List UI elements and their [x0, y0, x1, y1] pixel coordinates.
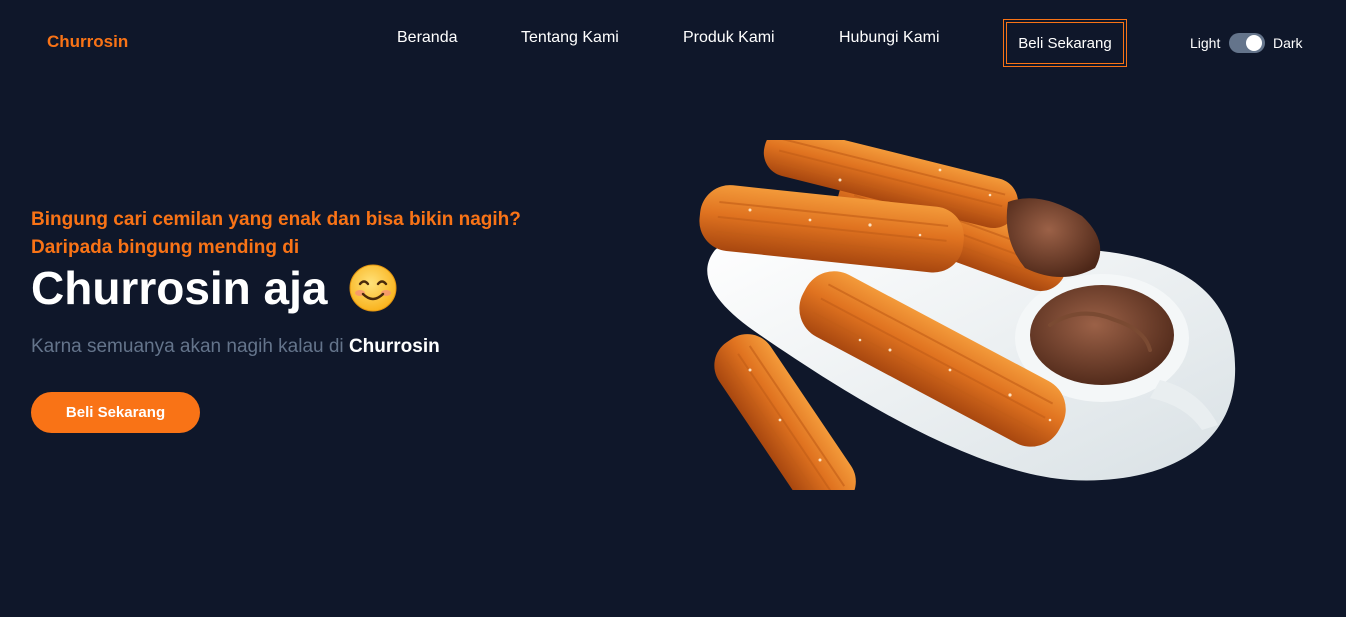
theme-dark-label: Dark [1273, 35, 1303, 51]
hero-title: Churrosin aja [31, 258, 398, 318]
nav-link-beranda[interactable]: Beranda [397, 29, 458, 47]
nav-buy-now-button[interactable]: Beli Sekarang [1003, 19, 1127, 67]
smiling-face-emoji-icon [349, 264, 397, 312]
theme-toggle-knob [1246, 35, 1262, 51]
hero-tagline-line-1: Bingung cari cemilan yang enak dan bisa … [31, 209, 521, 230]
nav-link-produk-kami[interactable]: Produk Kami [683, 29, 775, 47]
nav-buy-now-label: Beli Sekarang [1006, 22, 1124, 64]
nav-link-hubungi-kami[interactable]: Hubungi Kami [839, 29, 940, 47]
hero-tagline: Bingung cari cemilan yang enak dan bisa … [31, 206, 591, 262]
hero-title-text: Churrosin aja [31, 262, 328, 314]
churros-image-icon [699, 140, 1236, 490]
theme-toggle-switch[interactable] [1229, 33, 1265, 53]
brand-logo[interactable]: Churrosin [47, 32, 128, 52]
navbar: Churrosin Beranda Tentang Kami Produk Ka… [0, 0, 1346, 86]
hero-subtitle: Karna semuanya akan nagih kalau di Churr… [31, 336, 440, 358]
nav-link-tentang-kami[interactable]: Tentang Kami [521, 29, 619, 47]
theme-light-label: Light [1190, 35, 1221, 51]
hero-buy-now-button[interactable]: Beli Sekarang [31, 392, 200, 433]
hero-subtitle-brand: Churrosin [348, 336, 440, 357]
hero-subtitle-text: Karna semuanya akan nagih kalau di [31, 336, 349, 357]
